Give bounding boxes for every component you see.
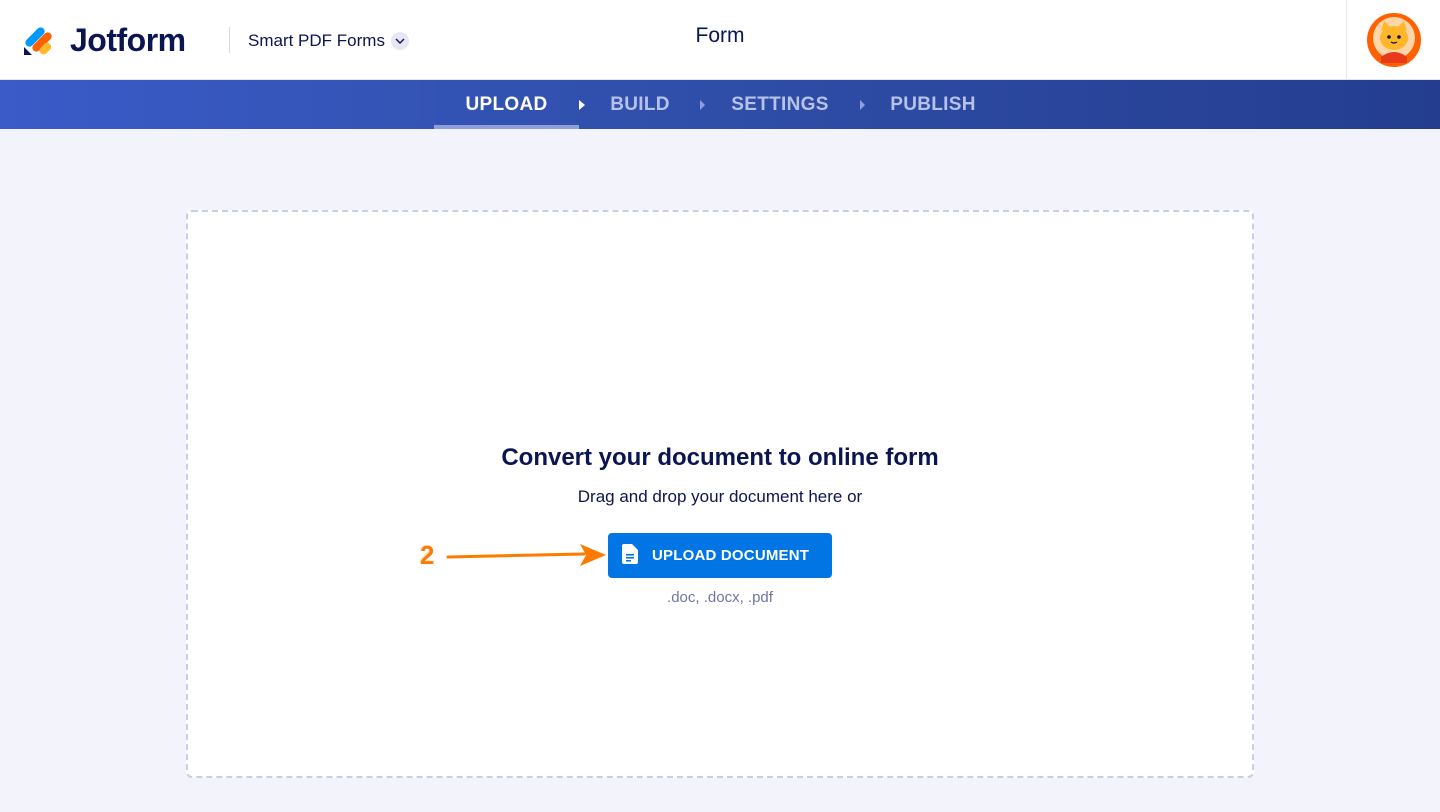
wizard-nav: UPLOAD BUILD SETTINGS PUBLISH (0, 80, 1440, 129)
header-divider (229, 27, 230, 53)
jotform-logo-icon (22, 23, 56, 57)
tab-label: PUBLISH (890, 93, 976, 115)
tab-label: SETTINGS (731, 93, 829, 115)
app-header: Jotform Smart PDF Forms Form (0, 0, 1440, 80)
supported-formats: .doc, .docx, .pdf (667, 589, 773, 606)
document-icon (622, 544, 638, 567)
cat-avatar-icon (1369, 13, 1419, 68)
dropzone-subtitle: Drag and drop your document here or (577, 487, 863, 506)
product-label: Smart PDF Forms (248, 31, 385, 50)
tab-publish[interactable]: PUBLISH (880, 80, 986, 129)
caret-right-icon (700, 100, 705, 110)
caret-right-icon (579, 100, 585, 110)
annotation-arrow-icon (446, 544, 606, 566)
avatar[interactable] (1366, 13, 1421, 68)
dropzone-title: Convert your document to online form (501, 444, 939, 471)
product-switcher[interactable]: Smart PDF Forms (248, 29, 409, 53)
page-title: Form (695, 24, 745, 47)
caret-right-icon (860, 100, 865, 110)
tab-label: BUILD (610, 93, 670, 115)
upload-document-button[interactable]: UPLOAD DOCUMENT (608, 533, 832, 578)
document-dropzone[interactable]: Convert your document to online form Dra… (186, 210, 1254, 778)
upload-button-label: UPLOAD DOCUMENT (652, 547, 810, 564)
chevron-down-icon[interactable] (390, 32, 409, 50)
tab-settings[interactable]: SETTINGS (720, 80, 840, 129)
tab-build[interactable]: BUILD (598, 80, 682, 129)
tab-label: UPLOAD (465, 93, 548, 115)
avatar-zone (1346, 0, 1440, 80)
brand-name: Jotform (70, 21, 186, 58)
jotform-logo[interactable]: Jotform (22, 18, 222, 62)
tab-upload[interactable]: UPLOAD (434, 80, 579, 129)
annotation-step-number: 2 (420, 540, 435, 570)
